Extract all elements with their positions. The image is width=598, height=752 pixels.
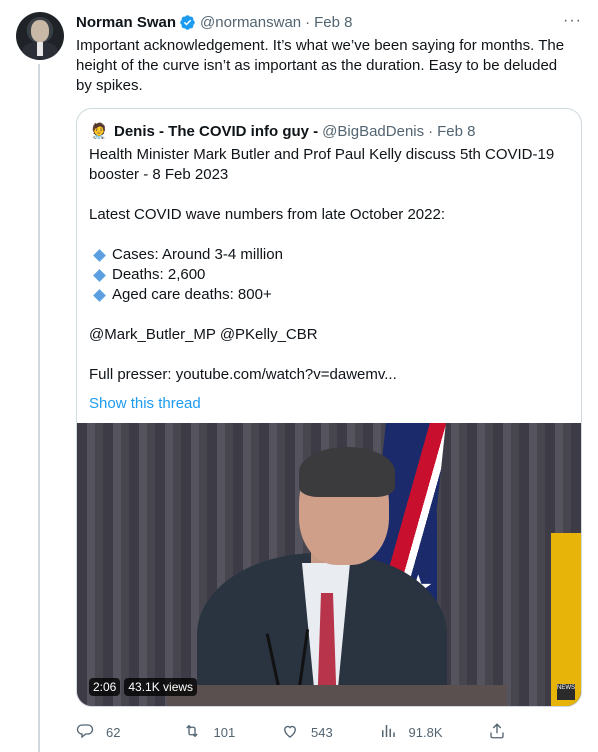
blue-diamond-icon [93,288,106,302]
bullet-text: Cases: Around 3-4 million [112,246,283,263]
thread-line [38,64,40,752]
verified-badge-icon [179,14,196,31]
views-count: 91.8K [408,725,443,740]
analytics-icon [379,722,397,743]
quote-separator-dot: · [428,122,434,140]
bullet-item: Aged care deaths: 800+ [89,285,569,305]
video-duration: 2:06 [89,678,121,696]
like-count: 543 [311,725,333,740]
quoted-tweet[interactable]: 🧑‍⚕️ Denis - The COVID info guy - @BigBa… [76,108,582,707]
share-button[interactable] [488,722,506,743]
aboriginal-flag [551,533,581,706]
separator-dot: · [305,13,311,31]
retweet-button[interactable]: 101 [183,722,281,743]
heart-icon [281,722,299,743]
blue-diamond-icon [93,248,106,262]
speaker-hair [299,447,395,497]
retweet-icon [183,722,201,743]
quote-presser-link: Full presser: youtube.com/watch?v=dawemv… [89,366,397,383]
retweet-count: 101 [213,725,236,740]
video-player[interactable]: ★ 2:06 43.1K views NEWS [77,423,581,706]
tweet: Norman Swan @normanswan · Feb 8 ··· Impo… [76,12,582,707]
quote-line-2: Latest COVID wave numbers from late Octo… [89,206,445,223]
views-button[interactable]: 91.8K [379,722,488,743]
bullet-text: Deaths: 2,600 [112,266,206,283]
quote-text: Health Minister Mark Butler and Prof Pau… [89,145,569,385]
quote-date: Feb 8 [437,122,476,140]
tweet-date[interactable]: Feb 8 [314,14,352,31]
quote-mentions: @Mark_Butler_MP @PKelly_CBR [89,326,318,343]
quote-author-handle: @BigBadDenis [322,122,425,140]
action-bar: 62 101 543 91.8K [76,722,506,743]
reply-count: 62 [106,725,121,740]
lectern [167,685,507,706]
author-handle[interactable]: @normanswan [200,14,301,31]
quote-header: 🧑‍⚕️ Denis - The COVID info guy - @BigBa… [89,121,569,141]
tweet-header: Norman Swan @normanswan · Feb 8 ··· [76,12,582,32]
share-icon [488,722,506,743]
reply-icon [76,722,94,743]
avatar-face [31,20,49,42]
like-button[interactable]: 543 [281,722,379,743]
quote-author-name: Denis - The COVID info guy - [114,122,319,140]
video-views: 43.1K views [124,678,198,696]
more-options-icon[interactable]: ··· [563,12,582,30]
blue-diamond-icon [93,268,106,282]
author-name[interactable]: Norman Swan [76,14,176,31]
quote-avatar: 🧑‍⚕️ [89,121,109,141]
reply-button[interactable]: 62 [76,722,183,743]
bullet-item: Cases: Around 3-4 million [89,245,569,265]
quote-line-1: Health Minister Mark Butler and Prof Pau… [89,146,555,183]
bullet-text: Aged care deaths: 800+ [112,286,272,303]
video-badges: 2:06 43.1K views [89,678,198,696]
avatar[interactable] [16,12,64,60]
bullet-item: Deaths: 2,600 [89,265,569,285]
show-thread-link[interactable]: Show this thread [89,395,201,412]
avatar-shirt [37,42,43,56]
tweet-text: Important acknowledgement. It’s what we’… [76,37,565,94]
news-logo: NEWS [557,684,575,700]
